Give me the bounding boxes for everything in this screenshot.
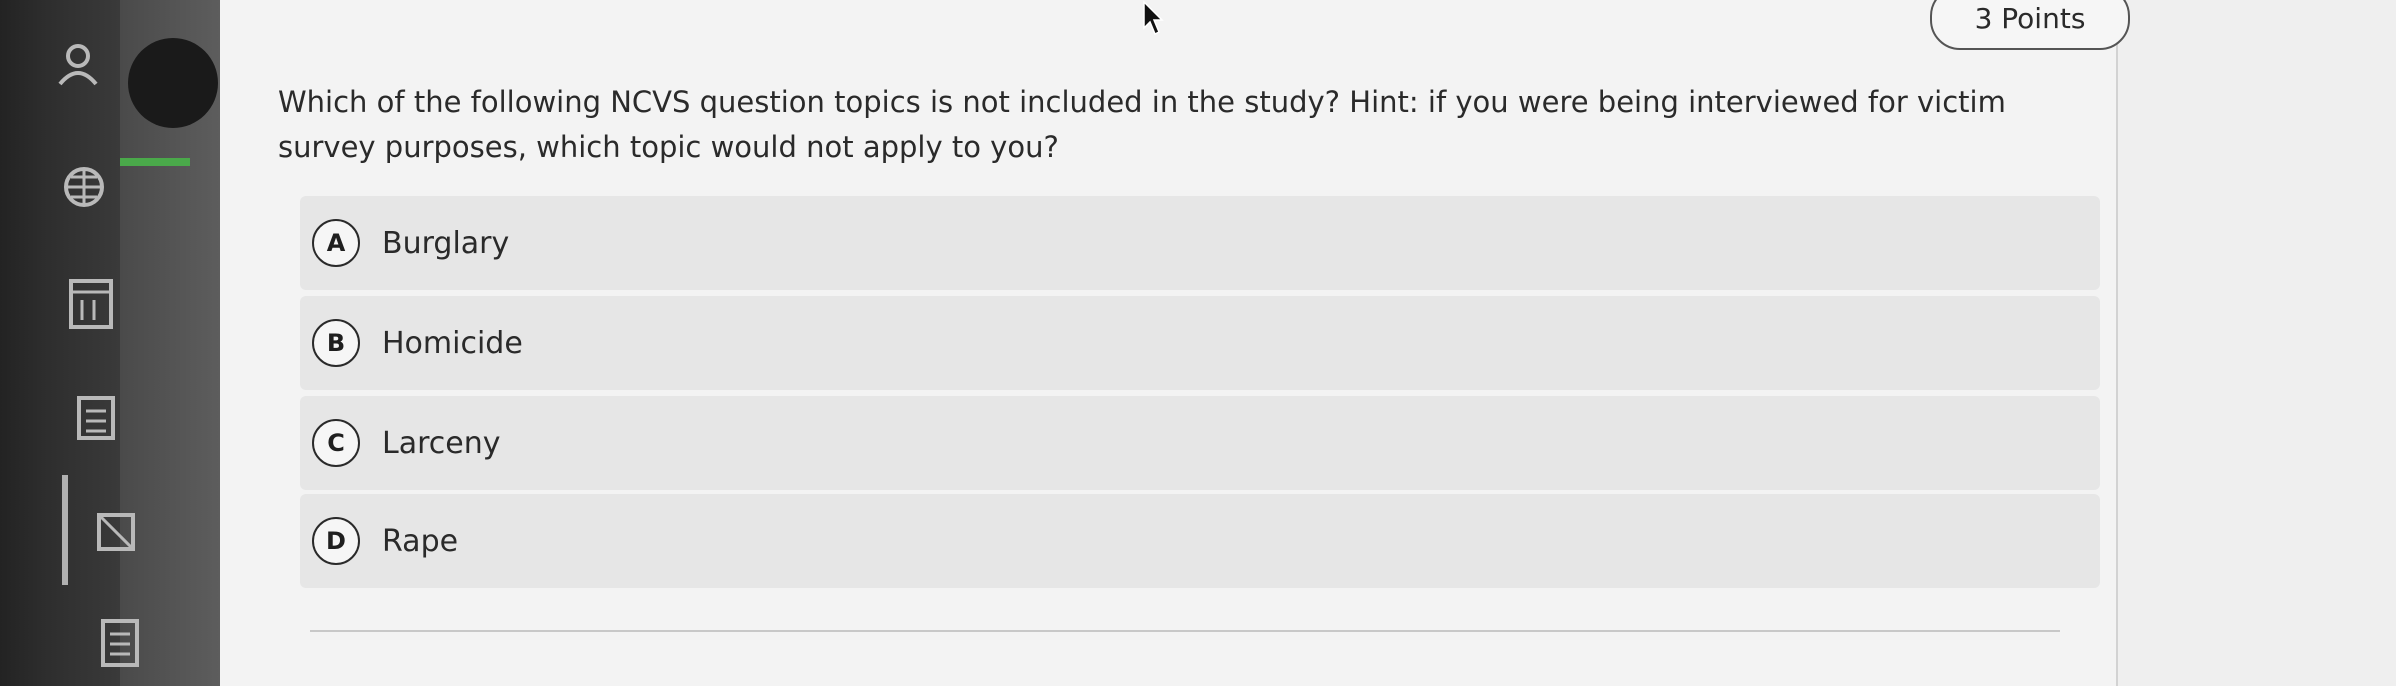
option-a[interactable]: A Burglary bbox=[300, 196, 2100, 290]
option-b[interactable]: B Homicide bbox=[300, 296, 2100, 390]
calendar-icon[interactable] bbox=[68, 278, 114, 334]
option-label: Burglary bbox=[382, 225, 510, 261]
option-letter: C bbox=[312, 419, 360, 467]
calculator-icon[interactable] bbox=[76, 395, 116, 445]
question-text: Which of the following NCVS question top… bbox=[278, 85, 2006, 164]
user-icon[interactable] bbox=[55, 40, 101, 90]
profile-avatar[interactable] bbox=[128, 38, 218, 128]
option-letter: D bbox=[312, 517, 360, 565]
option-d[interactable]: D Rape bbox=[300, 494, 2100, 588]
option-label: Rape bbox=[382, 523, 459, 559]
sidebar-divider bbox=[62, 475, 68, 585]
active-indicator bbox=[120, 158, 190, 166]
globe-icon[interactable] bbox=[62, 165, 106, 213]
mail-icon[interactable] bbox=[96, 512, 136, 556]
app-sidebar bbox=[0, 0, 120, 686]
card-edge bbox=[2116, 0, 2118, 686]
document-icon[interactable] bbox=[100, 618, 140, 672]
option-label: Homicide bbox=[382, 325, 523, 361]
right-margin bbox=[2118, 0, 2396, 686]
option-label: Larceny bbox=[382, 425, 501, 461]
option-letter: B bbox=[312, 319, 360, 367]
points-badge: 3 Points bbox=[1930, 0, 2130, 50]
option-c[interactable]: C Larceny bbox=[300, 396, 2100, 490]
divider-line bbox=[310, 630, 2060, 632]
option-letter: A bbox=[312, 219, 360, 267]
mouse-pointer-icon bbox=[1142, 0, 1164, 36]
